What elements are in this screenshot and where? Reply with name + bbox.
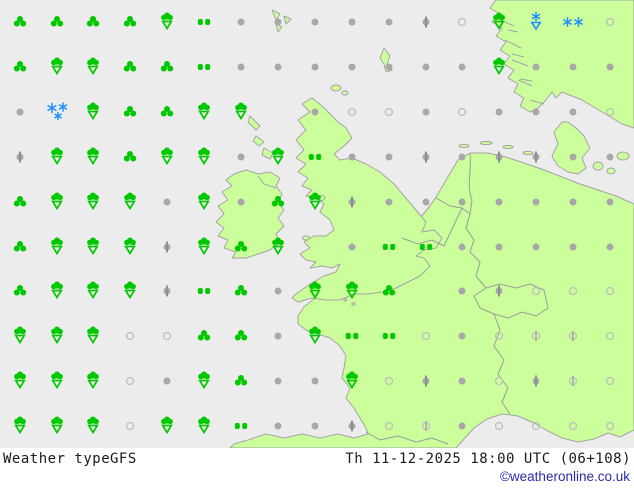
island-orkney [330, 84, 342, 92]
cloudy-dot-icon [16, 108, 24, 116]
cloudy-dot-icon [495, 243, 503, 251]
island-anglesey [302, 235, 310, 241]
footer-bar: Weather type GFS Th 11-12-2025 18:00 UTC… [0, 448, 634, 490]
cloudy-dot-icon [311, 422, 319, 430]
cloudy-dot-icon [274, 422, 282, 430]
cloudy-dot-icon [569, 243, 577, 251]
cloudy-dot-icon [422, 108, 430, 116]
cloudy-dot-icon [237, 153, 245, 161]
cloudy-dot-icon [569, 108, 577, 116]
map-area [0, 0, 634, 449]
cloudy-dot-icon [163, 377, 171, 385]
model-label: GFS [110, 451, 137, 467]
cloudy-dot-icon [532, 108, 540, 116]
cloudy-dot-icon [532, 63, 540, 71]
cloudy-dot-icon [311, 63, 319, 71]
cloudy-dot-icon [311, 108, 319, 116]
cloudy-dot-icon [274, 18, 282, 26]
copyright-link[interactable]: ©weatheronline.co.uk [500, 469, 630, 484]
cloudy-dot-icon [311, 18, 319, 26]
island-frisian [522, 151, 534, 155]
cloudy-dot-icon [606, 63, 614, 71]
cloudy-dot-icon [458, 198, 466, 206]
cloudy-dot-icon [458, 243, 466, 251]
island-kattegat [616, 151, 630, 161]
cloudy-dot-icon [385, 198, 393, 206]
cloudy-dot-icon [532, 198, 540, 206]
island-frisian [502, 145, 514, 149]
cloudy-dot-icon [606, 243, 614, 251]
cloudy-dot-icon [422, 63, 430, 71]
cloudy-dot-icon [458, 377, 466, 385]
weather-map-svg [0, 0, 634, 449]
cloudy-dot-icon [495, 198, 503, 206]
cloudy-dot-icon [237, 18, 245, 26]
cloudy-dot-icon [237, 63, 245, 71]
product-label: Weather type [3, 451, 111, 467]
cloudy-dot-icon [274, 63, 282, 71]
cloudy-dot-icon [348, 63, 356, 71]
cloudy-dot-icon [385, 63, 393, 71]
island-funen [606, 167, 616, 175]
island-orkney [341, 90, 349, 96]
cloudy-dot-icon [163, 198, 171, 206]
island-frisian [479, 141, 493, 145]
cloudy-dot-icon [348, 18, 356, 26]
cloudy-dot-icon [569, 153, 577, 161]
cloudy-dot-icon [569, 198, 577, 206]
cloudy-dot-icon [237, 198, 245, 206]
cloudy-dot-icon [422, 198, 430, 206]
cloudy-dot-icon [348, 153, 356, 161]
cloudy-dot-icon [348, 243, 356, 251]
cloudy-dot-icon [385, 153, 393, 161]
island-frisian [458, 144, 470, 148]
cloudy-dot-icon [274, 332, 282, 340]
cloudy-dot-icon [274, 377, 282, 385]
datetime-label: Th 11-12-2025 18:00 UTC (06+108) [345, 451, 631, 467]
island-channel [343, 298, 347, 302]
cloudy-dot-icon [495, 108, 503, 116]
cloudy-dot-icon [569, 63, 577, 71]
cloudy-dot-icon [311, 377, 319, 385]
cloudy-dot-icon [606, 198, 614, 206]
island-channel [351, 302, 356, 306]
cloudy-dot-icon [532, 243, 540, 251]
cloudy-dot-icon [458, 153, 466, 161]
cloudy-dot-icon [458, 332, 466, 340]
cloudy-dot-icon [458, 63, 466, 71]
cloudy-dot-icon [606, 153, 614, 161]
cloudy-dot-icon [458, 287, 466, 295]
weather-map-screenshot: Weather type GFS Th 11-12-2025 18:00 UTC… [0, 0, 634, 490]
island-zealand [592, 161, 604, 171]
cloudy-dot-icon [458, 422, 466, 430]
cloudy-dot-icon [385, 18, 393, 26]
cloudy-dot-icon [274, 287, 282, 295]
